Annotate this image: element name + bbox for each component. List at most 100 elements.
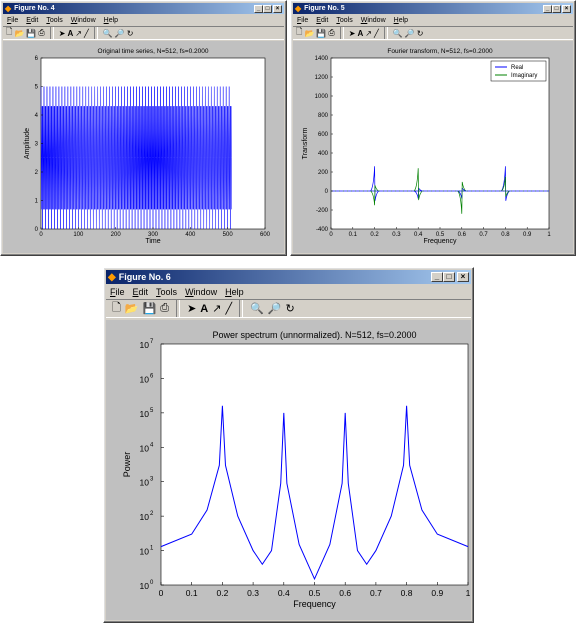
- line-icon[interactable]: ╱: [84, 29, 89, 38]
- x-tick-label: 0.7: [479, 232, 488, 238]
- chart-fig6: 0 0.1 0.2 0.3 0.4 0.5 0.6 0.7 0.8 0.9 110 010 110 210…: [122, 330, 471, 609]
- figure-area: 0 100 200 300 400 500 600 0 1 2 3 4 5 6 Original time …: [3, 41, 284, 253]
- insert-arrow-icon[interactable]: ↗: [365, 29, 372, 38]
- x-tick-label: 0.2: [370, 232, 379, 238]
- zoom-in-icon[interactable]: 🔍: [250, 302, 264, 315]
- rotate-icon[interactable]: ↻: [417, 29, 424, 38]
- y-tick-label: 5: [35, 85, 39, 91]
- text-icon[interactable]: A: [67, 29, 73, 38]
- y-tick-label: 10: [140, 340, 150, 350]
- arrow-icon[interactable]: ➤: [187, 302, 196, 315]
- y-tick-label: 10: [140, 443, 150, 453]
- line-icon[interactable]: ╱: [374, 29, 379, 38]
- close-button[interactable]: ×: [457, 272, 469, 282]
- open-icon[interactable]: 📂: [304, 29, 314, 38]
- y-tick-exponent: 0: [150, 580, 154, 586]
- chart-title: Original time series, N=512, fs=0.2000: [98, 48, 209, 55]
- open-icon[interactable]: 📂: [125, 302, 139, 315]
- figure-area: 0 0.1 0.2 0.3 0.4 0.5 0.6 0.7 0.8 0.9 1 -400 -200 0 20…: [293, 41, 573, 253]
- legend-real-label: Real: [511, 65, 523, 71]
- x-tick-label: 0.4: [414, 232, 423, 238]
- menu-tools[interactable]: Tools: [152, 287, 181, 297]
- open-icon[interactable]: 📂: [14, 29, 24, 38]
- toolbar: 🗋 📂 💾 ⎙ ➤ A ↗ ╱ 🔍 🔎 ↻: [3, 26, 284, 40]
- y-tick-label: 800: [318, 113, 329, 119]
- menu-file[interactable]: File: [3, 17, 22, 24]
- maximize-button[interactable]: □: [263, 5, 272, 13]
- menu-tools[interactable]: Tools: [42, 17, 66, 24]
- save-icon[interactable]: 💾: [26, 29, 36, 38]
- menu-help[interactable]: Help: [221, 287, 248, 297]
- y-tick-label: 0: [35, 227, 39, 233]
- x-tick-label: 0.4: [278, 588, 290, 598]
- menu-window[interactable]: Window: [181, 287, 221, 297]
- minimize-button[interactable]: _: [431, 272, 443, 282]
- figure-5-window: ◆ Figure No. 5 _ □ × File Edit Tools Win…: [290, 0, 576, 256]
- print-icon[interactable]: ⎙: [38, 28, 44, 38]
- y-tick-exponent: 3: [150, 477, 154, 483]
- print-icon[interactable]: ⎙: [328, 28, 334, 38]
- maximize-button[interactable]: □: [552, 5, 561, 13]
- new-figure-icon[interactable]: 🗋: [296, 26, 302, 40]
- zoom-out-icon[interactable]: 🔎: [405, 29, 415, 38]
- zoom-out-icon[interactable]: 🔎: [115, 29, 125, 38]
- close-button[interactable]: ×: [273, 5, 282, 13]
- zoom-out-icon[interactable]: 🔎: [268, 302, 282, 315]
- chart-title: Fourier transform, N=512, fs=0.2000: [387, 48, 493, 55]
- x-tick-label: 0.6: [458, 232, 467, 238]
- title-bar[interactable]: ◆ Figure No. 4 _ □ ×: [3, 3, 284, 14]
- menu-window[interactable]: Window: [67, 17, 100, 24]
- menu-window[interactable]: Window: [357, 17, 390, 24]
- menu-help[interactable]: Help: [390, 17, 412, 24]
- figure-area: 0 0.1 0.2 0.3 0.4 0.5 0.6 0.7 0.8 0.9 1 10 0 10 1 10 2 10…: [106, 320, 471, 620]
- y-tick-label: 10: [140, 409, 150, 419]
- x-tick-label: 100: [73, 232, 84, 238]
- x-tick-label: 0.3: [392, 232, 401, 238]
- x-tick-label: 0.9: [523, 232, 532, 238]
- save-icon[interactable]: 💾: [143, 302, 157, 315]
- rotate-icon[interactable]: ↻: [286, 302, 295, 315]
- menu-help[interactable]: Help: [100, 17, 122, 24]
- insert-arrow-icon[interactable]: ↗: [75, 29, 82, 38]
- y-axis-label: Transform: [302, 128, 309, 160]
- minimize-button[interactable]: _: [254, 5, 263, 13]
- y-tick-label: 200: [318, 170, 329, 176]
- new-figure-icon[interactable]: 🗋: [112, 299, 121, 318]
- zoom-in-icon[interactable]: 🔍: [393, 29, 403, 38]
- menu-file[interactable]: File: [106, 287, 129, 297]
- text-icon[interactable]: A: [200, 303, 208, 315]
- toolbar-separator: [49, 27, 54, 39]
- menu-tools[interactable]: Tools: [332, 17, 356, 24]
- plot-area: [160, 343, 469, 586]
- plot-area: [330, 57, 550, 230]
- close-button[interactable]: ×: [562, 5, 571, 13]
- zoom-in-icon[interactable]: 🔍: [103, 29, 113, 38]
- menu-bar: File Edit Tools Window Help: [3, 15, 284, 25]
- print-icon[interactable]: ⎙: [160, 302, 169, 315]
- minimize-button[interactable]: _: [543, 5, 552, 13]
- toolbar: 🗋 📂 💾 ⎙ ➤ A ↗ ╱ 🔍 🔎 ↻: [293, 26, 573, 40]
- matlab-icon: ◆: [108, 271, 116, 283]
- new-figure-icon[interactable]: 🗋: [6, 26, 12, 40]
- menu-edit[interactable]: Edit: [22, 17, 42, 24]
- y-tick-label: 3: [35, 142, 39, 148]
- rotate-icon[interactable]: ↻: [127, 29, 134, 38]
- y-tick-label: 10: [140, 581, 150, 591]
- menu-edit[interactable]: Edit: [312, 17, 332, 24]
- text-icon[interactable]: A: [357, 29, 363, 38]
- save-icon[interactable]: 💾: [316, 29, 326, 38]
- x-tick-label: 200: [111, 232, 122, 238]
- maximize-button[interactable]: □: [443, 272, 455, 282]
- arrow-icon[interactable]: ➤: [349, 29, 356, 38]
- arrow-icon[interactable]: ➤: [59, 29, 66, 38]
- title-bar[interactable]: ◆ Figure No. 6 _ □ ×: [106, 270, 471, 284]
- title-bar[interactable]: ◆ Figure No. 5 _ □ ×: [293, 3, 573, 14]
- x-tick-label: 0.2: [216, 588, 228, 598]
- window-title: Figure No. 4: [14, 5, 55, 12]
- line-icon[interactable]: ╱: [225, 302, 232, 315]
- toolbar-separator: [339, 27, 344, 39]
- menu-edit[interactable]: Edit: [129, 287, 153, 297]
- insert-arrow-icon[interactable]: ↗: [212, 302, 221, 315]
- x-tick-label: 1: [547, 232, 551, 238]
- menu-file[interactable]: File: [293, 17, 312, 24]
